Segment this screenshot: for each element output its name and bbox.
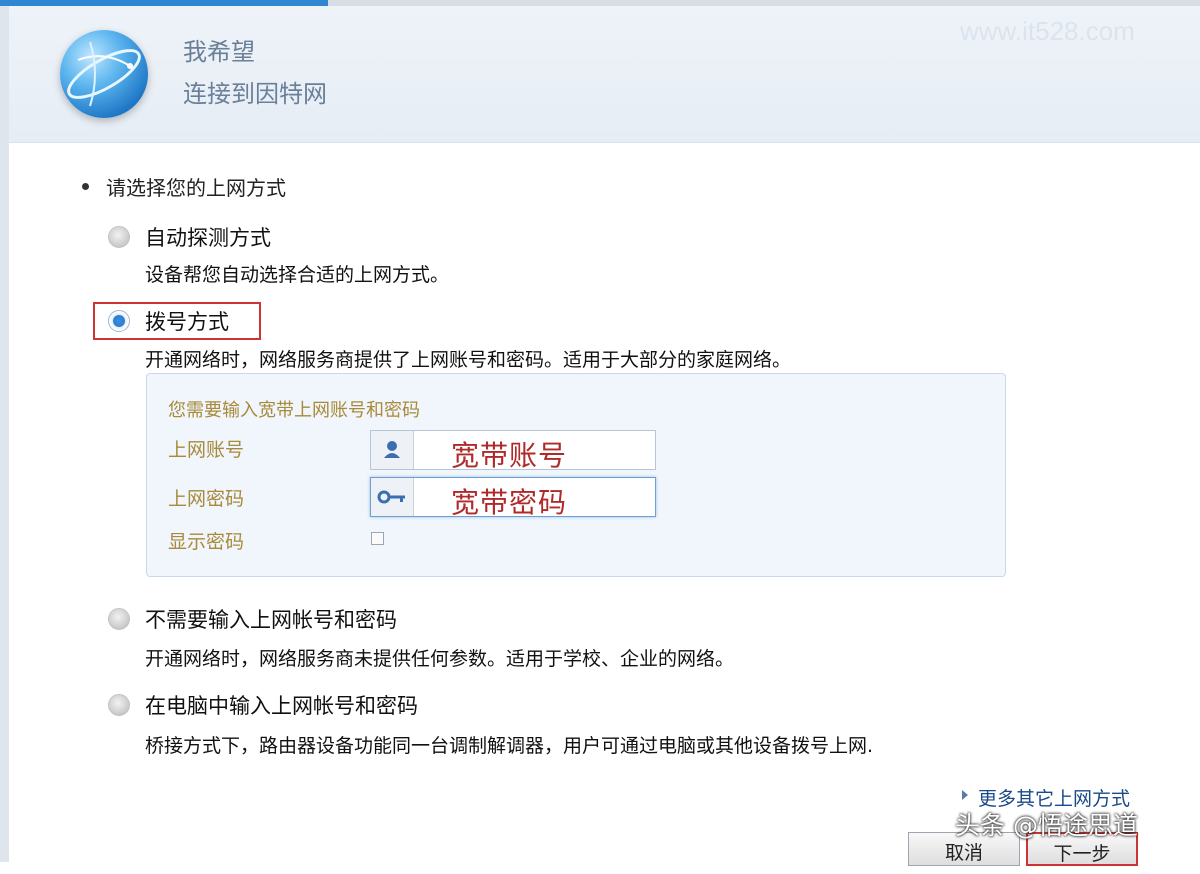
option-desc-auto-detect: 设备帮您自动选择合适的上网方式。	[145, 264, 450, 286]
account-label: 上网账号	[168, 439, 245, 461]
source-credit: 头条 @悟途思道	[955, 811, 1138, 840]
more-arrow-icon	[962, 790, 968, 800]
password-value: 宽带密码	[451, 486, 568, 519]
section-bullet-icon	[82, 183, 89, 190]
option-label-bridge-mode[interactable]: 在电脑中输入上网帐号和密码	[145, 690, 418, 720]
header-title: 我希望	[183, 38, 255, 66]
panel-title: 您需要输入宽带上网账号和密码	[168, 400, 420, 421]
radio-bridge-mode[interactable]	[108, 694, 130, 716]
show-password-label: 显示密码	[168, 531, 245, 553]
account-input[interactable]: 宽带账号	[370, 430, 656, 472]
key-icon	[371, 478, 414, 516]
header-subtitle: 连接到因特网	[183, 80, 327, 108]
account-value: 宽带账号	[451, 439, 568, 472]
option-label-auto-detect[interactable]: 自动探测方式	[145, 222, 271, 252]
password-input[interactable]: 宽带密码	[370, 477, 656, 519]
watermark: www.it528.com	[960, 16, 1135, 46]
radio-auto-detect[interactable]	[108, 226, 130, 248]
option-desc-bridge-mode: 桥接方式下，路由器设备功能同一台调制解调器，用户可通过电脑或其他设备拨号上网.	[145, 735, 874, 757]
option-desc-dialup: 开通网络时，网络服务商提供了上网账号和密码。适用于大部分的家庭网络。	[145, 349, 792, 371]
radio-dialup[interactable]	[108, 310, 130, 332]
show-password-checkbox[interactable]	[371, 532, 384, 545]
password-label: 上网密码	[168, 488, 245, 510]
option-label-no-credentials[interactable]: 不需要输入上网帐号和密码	[145, 604, 397, 634]
user-icon	[371, 431, 414, 469]
internet-globe-icon	[60, 30, 148, 118]
window-border	[0, 6, 9, 862]
option-desc-no-credentials: 开通网络时，网络服务商未提供任何参数。适用于学校、企业的网络。	[145, 648, 735, 670]
section-title: 请选择您的上网方式	[106, 176, 286, 200]
option-label-dialup[interactable]: 拨号方式	[145, 306, 229, 336]
radio-no-credentials[interactable]	[108, 608, 130, 630]
